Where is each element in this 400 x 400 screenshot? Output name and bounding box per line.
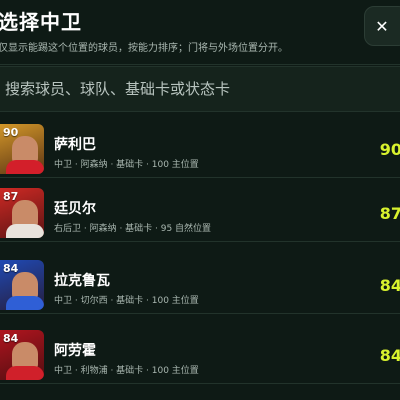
player-shirt: [6, 296, 44, 310]
card-rating: 87: [3, 190, 19, 203]
search-bar[interactable]: [0, 66, 400, 112]
list-item[interactable]: 84 阿劳霍 中卫 · 利物浦 · 基础卡 · 100 主位置 84: [0, 326, 400, 384]
close-icon[interactable]: ✕: [375, 17, 388, 36]
list-item[interactable]: 90 萨利巴 中卫 · 阿森纳 · 基础卡 · 100 主位置 90: [0, 120, 400, 178]
list-item[interactable]: 84 拉克鲁瓦 中卫 · 切尔西 · 基础卡 · 100 主位置 84: [0, 256, 400, 314]
player-card-image: 87: [0, 188, 44, 238]
player-card-image: 84: [0, 330, 44, 380]
player-shirt: [6, 160, 44, 174]
card-rating: 84: [3, 332, 19, 345]
player-meta: 中卫 · 阿森纳 · 基础卡 · 100 主位置: [54, 160, 199, 170]
bottom-edge: [0, 388, 400, 400]
page-title: 选择中卫: [0, 10, 82, 34]
player-card-image: 84: [0, 260, 44, 310]
close-button[interactable]: ✕: [364, 6, 400, 46]
player-shirt: [6, 366, 44, 380]
card-rating: 90: [3, 126, 19, 139]
player-rating: 87: [379, 204, 400, 223]
player-name: 萨利巴: [54, 137, 96, 153]
player-card-image: 90: [0, 124, 44, 174]
card-rating: 84: [3, 262, 19, 275]
player-meta: 中卫 · 利物浦 · 基础卡 · 100 主位置: [54, 366, 199, 376]
player-meta: 右后卫 · 阿森纳 · 基础卡 · 95 自然位置: [54, 224, 212, 234]
player-meta: 中卫 · 切尔西 · 基础卡 · 100 主位置: [54, 296, 199, 306]
player-name: 阿劳霍: [54, 343, 96, 359]
player-name: 廷贝尔: [54, 201, 96, 217]
page-subtitle: 仅显示能踢这个位置的球员，按能力排序；门将与外场位置分开。: [0, 43, 288, 54]
list-item[interactable]: 87 廷贝尔 右后卫 · 阿森纳 · 基础卡 · 95 自然位置 87: [0, 184, 400, 242]
player-shirt: [6, 224, 44, 238]
divider: [0, 64, 400, 65]
search-input[interactable]: [5, 78, 385, 100]
player-rating: 84: [379, 276, 400, 295]
header: 选择中卫 仅显示能踢这个位置的球员，按能力排序；门将与外场位置分开。 ✕: [0, 0, 400, 66]
player-name: 拉克鲁瓦: [54, 273, 110, 289]
player-rating: 84: [379, 346, 400, 365]
player-rating: 90: [379, 140, 400, 159]
